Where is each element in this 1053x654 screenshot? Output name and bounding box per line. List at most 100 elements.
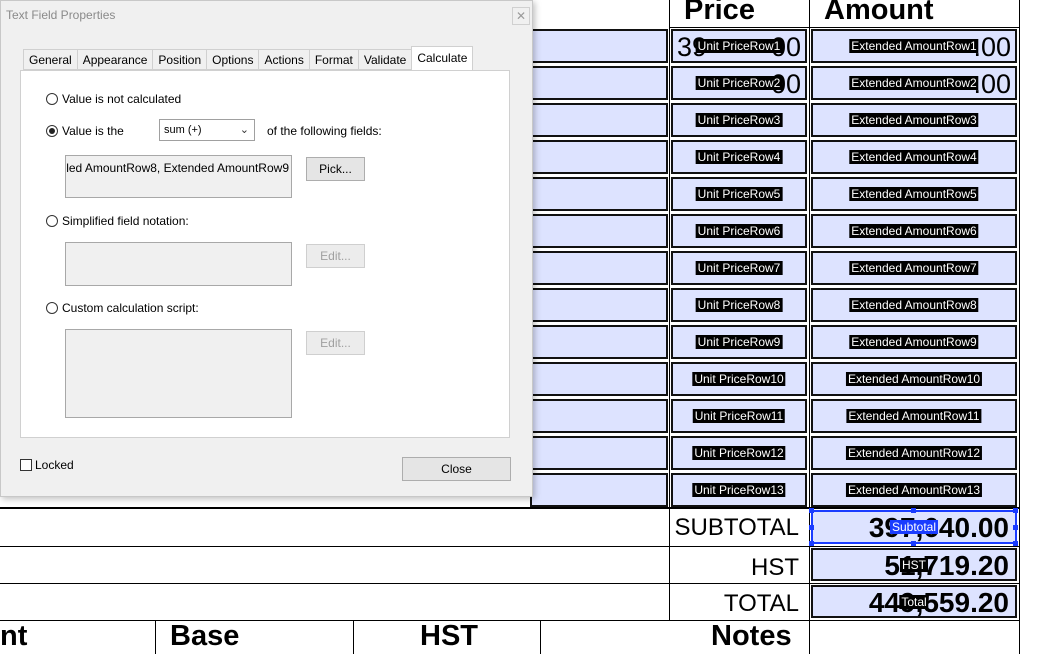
tab-general[interactable]: General bbox=[23, 49, 77, 70]
description-field[interactable] bbox=[530, 177, 668, 211]
extended-amount-field[interactable]: Extended AmountRow8 bbox=[811, 288, 1017, 322]
description-field[interactable] bbox=[530, 436, 668, 470]
extended-amount-field[interactable]: Extended AmountRow10 bbox=[811, 362, 1017, 396]
extended-amount-field[interactable]: Extended AmountRow9 bbox=[811, 325, 1017, 359]
pick-button[interactable]: Pick... bbox=[306, 157, 365, 181]
tab-validate[interactable]: Validate bbox=[357, 49, 412, 70]
unit-price-field[interactable]: Unit PriceRow10 bbox=[671, 362, 807, 396]
resize-handle[interactable] bbox=[1013, 525, 1018, 530]
unit-price-field[interactable]: Unit PriceRow6 bbox=[671, 214, 807, 248]
tab-bar: General Appearance Position Options Acti… bbox=[23, 46, 474, 71]
tab-options[interactable]: Options bbox=[206, 49, 259, 70]
unit-price-field[interactable]: Unit PriceRow9 bbox=[671, 325, 807, 359]
unit-price-field[interactable]: Unit PriceRow8 bbox=[671, 288, 807, 322]
unit-price-field[interactable]: Unit PriceRow11 bbox=[671, 399, 807, 433]
custom-script-input[interactable] bbox=[65, 329, 292, 418]
locked-label: Locked bbox=[35, 458, 74, 472]
close-icon[interactable]: ✕ bbox=[512, 7, 530, 25]
extended-amount-field[interactable]: .00 Extended AmountRow1 bbox=[811, 29, 1017, 63]
grid-line bbox=[809, 0, 810, 654]
resize-handle[interactable] bbox=[1013, 508, 1018, 513]
grid-line bbox=[0, 507, 1020, 509]
tab-position[interactable]: Position bbox=[152, 49, 207, 70]
unit-price-field-tag: Unit PriceRow10 bbox=[692, 372, 786, 386]
locked-checkbox[interactable] bbox=[20, 459, 32, 471]
resize-handle[interactable] bbox=[1013, 541, 1018, 546]
radio-button[interactable] bbox=[46, 215, 58, 227]
tab-calculate[interactable]: Calculate bbox=[411, 46, 474, 70]
resize-handle[interactable] bbox=[809, 525, 814, 530]
hst-field[interactable]: 51,719.20 HST bbox=[811, 548, 1017, 581]
locked-checkbox-row[interactable]: Locked bbox=[20, 458, 74, 472]
extended-amount-field-tag: Extended AmountRow5 bbox=[849, 187, 979, 201]
extended-amount-field-tag: Extended AmountRow9 bbox=[849, 335, 979, 349]
tab-actions[interactable]: Actions bbox=[258, 49, 309, 70]
unit-price-field[interactable]: Unit PriceRow7 bbox=[671, 251, 807, 285]
grid-line bbox=[669, 27, 1020, 28]
unit-price-field-tag: Unit PriceRow13 bbox=[692, 483, 786, 497]
simplified-notation-input[interactable] bbox=[65, 242, 292, 286]
radio-not-calculated[interactable]: Value is not calculated bbox=[46, 92, 181, 106]
unit-price-field[interactable]: Unit PriceRow5 bbox=[671, 177, 807, 211]
resize-handle[interactable] bbox=[911, 541, 916, 546]
extended-amount-field[interactable]: Extended AmountRow3 bbox=[811, 103, 1017, 137]
edit-simplified-button[interactable]: Edit... bbox=[306, 244, 365, 268]
unit-price-field-tag: Unit PriceRow5 bbox=[695, 187, 783, 201]
column-header-amount: Amount bbox=[824, 0, 934, 26]
bottom-header-notes: Notes bbox=[711, 620, 792, 652]
unit-price-field[interactable]: Unit PriceRow12 bbox=[671, 436, 807, 470]
extended-amount-field[interactable]: Extended AmountRow7 bbox=[811, 251, 1017, 285]
total-field[interactable]: 449,559.20 Total bbox=[811, 585, 1017, 618]
description-field[interactable] bbox=[530, 140, 668, 174]
radio-button-selected[interactable] bbox=[46, 125, 58, 137]
fields-list-input[interactable]: led AmountRow8, Extended AmountRow9 bbox=[65, 155, 292, 198]
subtotal-field-tag: Subtotal bbox=[889, 520, 939, 534]
extended-amount-field[interactable]: .00 Extended AmountRow2 bbox=[811, 66, 1017, 100]
description-field[interactable] bbox=[530, 473, 668, 507]
radio-simplified[interactable]: Simplified field notation: bbox=[46, 214, 189, 228]
radio-custom-script[interactable]: Custom calculation script: bbox=[46, 301, 199, 315]
dialog-title: Text Field Properties bbox=[6, 8, 116, 22]
description-field[interactable] bbox=[530, 29, 668, 63]
hst-field-tag: HST bbox=[900, 557, 928, 572]
radio-label: Value is the bbox=[62, 124, 124, 138]
description-field[interactable] bbox=[530, 399, 668, 433]
unit-price-field[interactable]: Unit PriceRow13 bbox=[671, 473, 807, 507]
description-field[interactable] bbox=[530, 251, 668, 285]
resize-handle[interactable] bbox=[911, 508, 916, 513]
description-field[interactable] bbox=[530, 214, 668, 248]
unit-price-field-tag: Unit PriceRow9 bbox=[695, 335, 783, 349]
tab-appearance[interactable]: Appearance bbox=[76, 49, 153, 70]
grid-line bbox=[1019, 0, 1020, 654]
unit-price-field[interactable]: Unit PriceRow4 bbox=[671, 140, 807, 174]
unit-price-field[interactable]: Unit PriceRow3 bbox=[671, 103, 807, 137]
subtotal-field[interactable]: 397,640.00 Subtotal bbox=[811, 510, 1017, 544]
operation-select[interactable]: sum (+) ⌄ bbox=[159, 119, 255, 141]
close-button[interactable]: Close bbox=[402, 457, 511, 481]
extended-amount-field[interactable]: Extended AmountRow6 bbox=[811, 214, 1017, 248]
radio-label: Custom calculation script: bbox=[62, 301, 199, 315]
extended-amount-field[interactable]: Extended AmountRow13 bbox=[811, 473, 1017, 507]
extended-amount-field[interactable]: Extended AmountRow5 bbox=[811, 177, 1017, 211]
radio-value-is[interactable]: Value is the bbox=[46, 124, 124, 138]
description-field[interactable] bbox=[530, 362, 668, 396]
subtotal-label: SUBTOTAL bbox=[674, 514, 799, 541]
description-field[interactable] bbox=[530, 288, 668, 322]
radio-button[interactable] bbox=[46, 93, 58, 105]
edit-script-button[interactable]: Edit... bbox=[306, 331, 365, 355]
unit-price-field[interactable]: 00 Unit PriceRow2 bbox=[671, 66, 807, 100]
extended-amount-field[interactable]: Extended AmountRow11 bbox=[811, 399, 1017, 433]
description-field[interactable] bbox=[530, 325, 668, 359]
extended-amount-field[interactable]: Extended AmountRow12 bbox=[811, 436, 1017, 470]
extended-amount-field-tag: Extended AmountRow2 bbox=[849, 76, 979, 90]
description-field[interactable] bbox=[530, 66, 668, 100]
unit-price-field-tag: Unit PriceRow3 bbox=[695, 113, 783, 127]
tab-format[interactable]: Format bbox=[308, 49, 358, 70]
unit-price-field[interactable]: 39 00 Unit PriceRow1 bbox=[671, 29, 807, 63]
extended-amount-field[interactable]: Extended AmountRow4 bbox=[811, 140, 1017, 174]
description-field[interactable] bbox=[530, 103, 668, 137]
unit-price-field-tag: Unit PriceRow11 bbox=[692, 409, 786, 423]
resize-handle[interactable] bbox=[809, 541, 814, 546]
resize-handle[interactable] bbox=[809, 508, 814, 513]
radio-button[interactable] bbox=[46, 302, 58, 314]
